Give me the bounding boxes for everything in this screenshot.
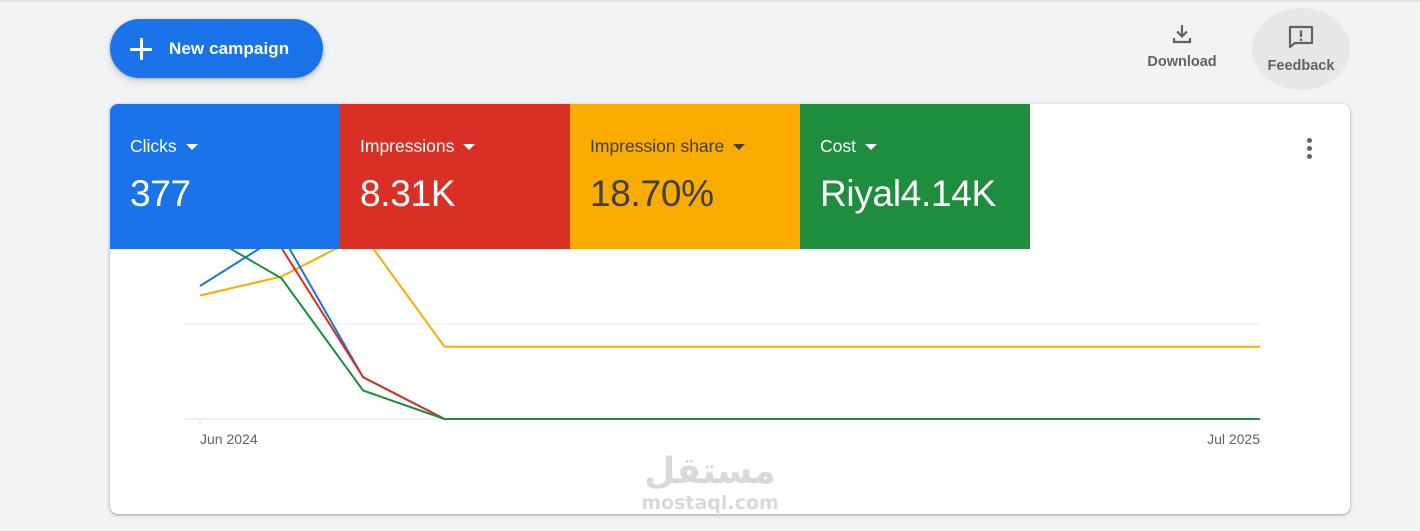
metric-clicks[interactable]: Clicks 377 (110, 104, 340, 249)
metric-impressions-value: 8.31K (360, 173, 456, 214)
metric-clicks-label: Clicks (130, 136, 177, 156)
metric-impressions[interactable]: Impressions 8.31K (340, 104, 570, 249)
metric-impressions-label: Impressions (360, 136, 455, 156)
more-vert-icon (1307, 154, 1312, 159)
series-line-2 (280, 249, 1260, 420)
metric-cost-label: Cost (820, 136, 856, 156)
caret-down-icon (733, 144, 746, 150)
feedback-label: Feedback (1267, 58, 1335, 74)
metric-impressions-dropdown[interactable]: Impressions (360, 136, 570, 157)
more-vert-icon (1307, 138, 1312, 143)
metric-impression-share-label: Impression share (590, 136, 725, 156)
x-tick-label-start: Jun 2024 (200, 431, 258, 447)
top-divider (0, 0, 1420, 2)
metric-clicks-value: 377 (130, 173, 191, 214)
caret-down-icon (185, 144, 198, 150)
series-line-4 (229, 249, 1260, 420)
metric-impression-share-value: 18.70% (590, 173, 714, 214)
caret-down-icon (864, 144, 877, 150)
chart-series (199, 249, 1260, 420)
feedback-icon (1288, 25, 1314, 49)
series-line-1 (199, 249, 1260, 420)
download-icon (1172, 25, 1192, 44)
download-button[interactable]: Download (1140, 22, 1224, 70)
feedback-button[interactable]: Feedback (1252, 8, 1350, 90)
new-campaign-button[interactable]: New campaign (110, 19, 323, 78)
watermark: مستقل mostaql.com (630, 452, 790, 522)
new-campaign-label: New campaign (169, 38, 290, 58)
metric-impression-share-dropdown[interactable]: Impression share (590, 136, 800, 157)
metric-cost[interactable]: Cost Riyal4.14K (800, 104, 1030, 249)
chart-gridlines (185, 323, 1260, 425)
more-vert-icon (1307, 146, 1312, 151)
more-options-button[interactable] (1298, 136, 1322, 162)
caret-down-icon (463, 144, 476, 150)
metric-cost-dropdown[interactable]: Cost (820, 136, 1030, 157)
metric-impression-share[interactable]: Impression share 18.70% (570, 104, 800, 249)
series-line-3 (199, 249, 1260, 348)
plus-icon (130, 37, 152, 60)
x-tick-label-end: Jul 2025 (1207, 431, 1260, 447)
download-label: Download (1147, 54, 1217, 70)
metric-clicks-dropdown[interactable]: Clicks (130, 136, 340, 157)
metric-cost-value: Riyal4.14K (820, 173, 996, 214)
watermark-domain: mostaql.com (641, 492, 779, 514)
metric-tabs: Clicks 377 Impressions 8.31K Impression … (110, 104, 1030, 249)
watermark-arabic: مستقل (644, 451, 776, 492)
